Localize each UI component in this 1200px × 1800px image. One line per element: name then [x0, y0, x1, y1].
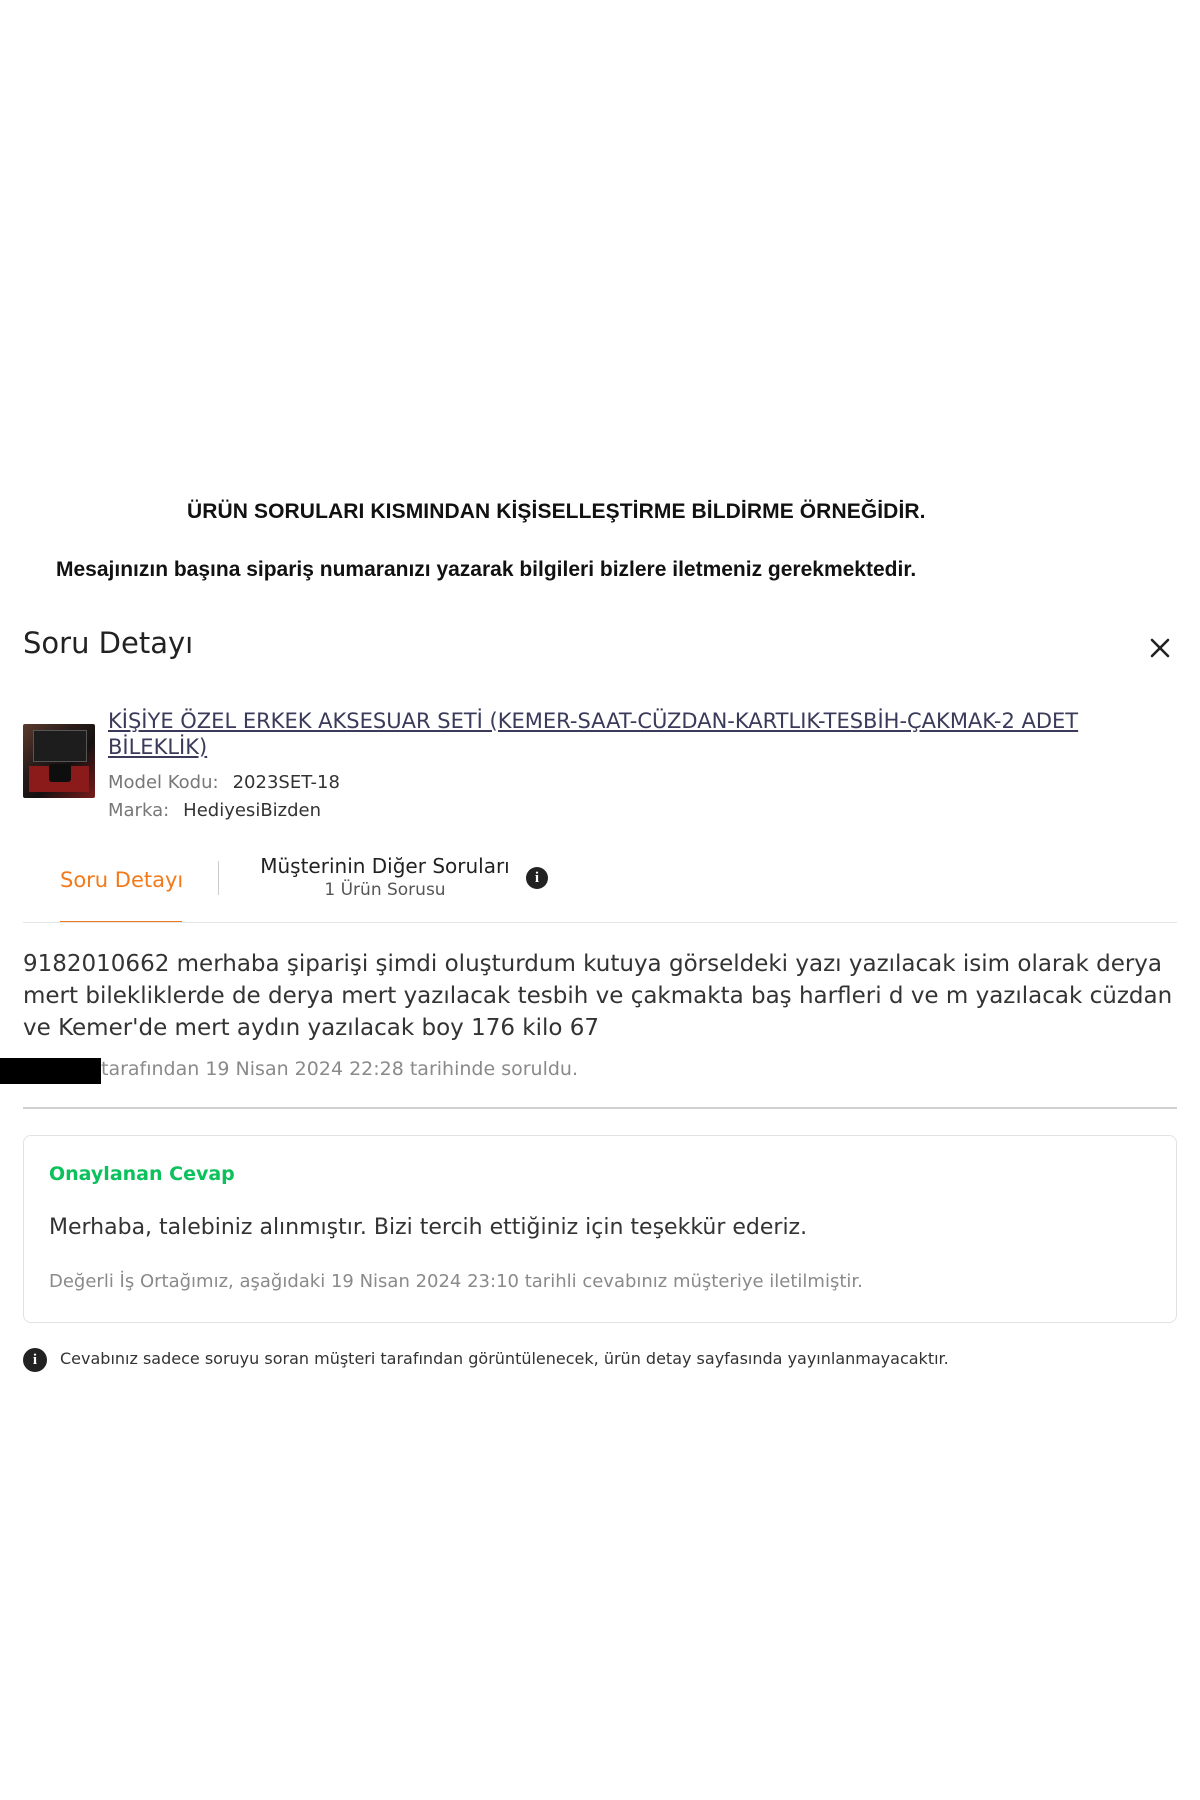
- caption-instruction: Mesajınızın başına sipariş numaranızı ya…: [56, 558, 917, 581]
- question-asked-info: tarafından 19 Nisan 2024 22:28 tarihinde…: [101, 1058, 578, 1080]
- thumbnail-item: [49, 764, 71, 782]
- footer-info-icon: i: [23, 1348, 47, 1372]
- tab-question-detail[interactable]: Soru Detayı: [60, 868, 183, 892]
- redacted-username: [0, 1058, 101, 1084]
- tab-other-label: Müşterinin Diğer Soruları: [260, 854, 510, 878]
- caption-heading: ÜRÜN SORULARI KISMINDAN KİŞİSELLEŞTİRME …: [187, 500, 926, 523]
- brand-value: HediyesiBizden: [183, 800, 322, 821]
- model-code-row: Model Kodu: 2023SET-18: [108, 772, 340, 793]
- thumbnail-box-lid: [33, 730, 87, 762]
- approved-answer-text: Merhaba, talebiniz alınmıştır. Bizi terc…: [49, 1215, 808, 1240]
- info-icon[interactable]: i: [526, 867, 548, 889]
- tabs-divider: [23, 922, 1177, 923]
- modal-title: Soru Detayı: [23, 626, 194, 660]
- section-divider: [23, 1107, 1177, 1109]
- answer-delivery-note: Değerli İş Ortağımız, aşağıdaki 19 Nisan…: [49, 1271, 863, 1292]
- brand-row: Marka: HediyesiBizden: [108, 800, 321, 821]
- tab-customer-other-questions[interactable]: Müşterinin Diğer Soruları 1 Ürün Sorusu: [240, 854, 530, 900]
- tab-divider: [218, 861, 219, 895]
- close-icon: [1150, 638, 1170, 658]
- brand-label: Marka:: [108, 800, 170, 821]
- tab-other-count: 1 Ürün Sorusu: [324, 880, 446, 900]
- model-code-value: 2023SET-18: [232, 772, 340, 793]
- visibility-notice: Cevabınız sadece soruyu soran müşteri ta…: [60, 1349, 949, 1368]
- approved-answer-label: Onaylanan Cevap: [49, 1163, 235, 1185]
- product-title-link[interactable]: KİŞİYE ÖZEL ERKEK AKSESUAR SETİ (KEMER-S…: [108, 708, 1108, 760]
- model-code-label: Model Kodu:: [108, 772, 219, 793]
- close-button[interactable]: [1146, 634, 1174, 662]
- approved-answer-card: Onaylanan Cevap Merhaba, talebiniz alınm…: [23, 1135, 1177, 1323]
- product-thumbnail[interactable]: [23, 724, 95, 798]
- question-text: 9182010662 merhaba şiparişi şimdi oluştu…: [23, 951, 1173, 1041]
